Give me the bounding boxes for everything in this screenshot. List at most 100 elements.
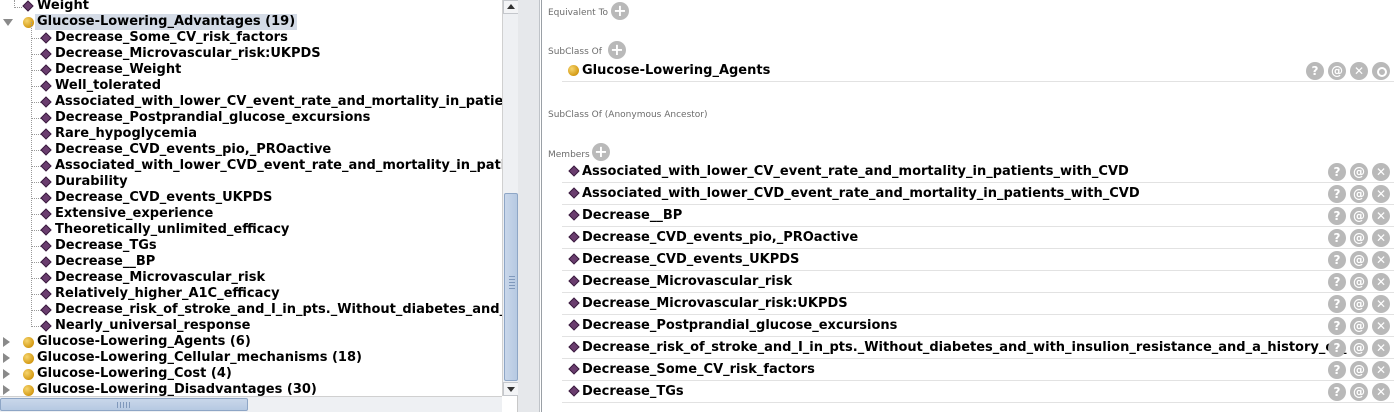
horizontal-scroll-thumb[interactable] [0,398,248,411]
help-button[interactable]: ? [1328,273,1346,291]
tree-node-child[interactable]: Decrease_Some_CV_risk_factors [0,30,502,46]
help-button[interactable]: ? [1328,361,1346,379]
tree-node-sibling[interactable]: Glucose-Lowering_Disadvantages (30) [0,382,502,396]
delete-button[interactable]: ✕ [1372,383,1390,401]
tree-node-child[interactable]: Associated_with_lower_CV_event_rate_and_… [0,94,502,110]
tree-node-child[interactable]: Extensive_experience [0,206,502,222]
tree-node-label: Decrease_Microvascular_risk:UKPDS [55,46,321,61]
tree-node-child[interactable]: Decrease_Postprandial_glucose_excursions [0,110,502,126]
tree-node-child[interactable]: Decrease_Microvascular_risk:UKPDS [0,46,502,62]
members-label: Members [548,150,590,160]
tree-node-child[interactable]: Decrease_Microvascular_risk [0,270,502,286]
member-row[interactable]: Decrease_Postprandial_glucose_excursions… [562,315,1394,337]
individual-diamond-icon [22,0,34,12]
member-row[interactable]: Decrease_CVD_events_pio,_PROactive? @ ✕ [562,227,1394,249]
tree-node-child[interactable]: Theoretically_unlimited_efficacy [0,222,502,238]
member-row[interactable]: Associated_with_lower_CVD_event_rate_and… [562,183,1394,205]
tree-node-child[interactable]: Decrease_CVD_events_UKPDS [0,190,502,206]
annotate-button[interactable]: @ [1350,317,1368,335]
member-row[interactable]: Decrease_Microvascular_risk:UKPDS? @ ✕ [562,293,1394,315]
individual-diamond-icon [40,288,52,300]
tree-node-child[interactable]: Decrease_TGs [0,238,502,254]
delete-button[interactable]: ✕ [1372,229,1390,247]
help-button[interactable]: ? [1328,295,1346,313]
annotate-button[interactable]: @ [1350,163,1368,181]
member-row[interactable]: Decrease_Microvascular_risk? @ ✕ [562,271,1394,293]
annotate-button[interactable]: @ [1350,383,1368,401]
tree-node-sibling[interactable]: Glucose-Lowering_Cost (4) [0,366,502,382]
tree-node-sibling[interactable]: Glucose-Lowering_Cellular_mechanisms (18… [0,350,502,366]
tree-node-child[interactable]: Decrease_CVD_events_pio,_PROactive [0,142,502,158]
delete-button[interactable]: ✕ [1372,163,1390,181]
annotate-button[interactable]: @ [1350,229,1368,247]
tree-vertical-scrollbar[interactable] [502,0,519,396]
tree-node-label: Decrease_CVD_events_pio,_PROactive [55,142,332,157]
help-button[interactable]: ? [1306,62,1324,80]
help-button[interactable]: ? [1328,317,1346,335]
delete-button[interactable]: ✕ [1372,273,1390,291]
subclass-of-row[interactable]: Glucose-Lowering_Agents ? @ ✕ [562,60,1394,82]
delete-button[interactable]: ✕ [1372,207,1390,225]
help-button[interactable]: ? [1328,163,1346,181]
expand-arrow-icon[interactable] [3,19,13,26]
tree-node-selected[interactable]: Glucose-Lowering_Advantages (19) [0,14,502,30]
collapse-arrow-icon[interactable] [3,369,10,379]
help-button[interactable]: ? [1328,383,1346,401]
annotate-button[interactable]: @ [1350,295,1368,313]
tree-node-label: Decrease_Postprandial_glucose_excursions [55,110,371,125]
member-row[interactable]: Decrease_risk_of_stroke_and_I_in_pts._Wi… [562,337,1394,359]
member-row[interactable]: Decrease_CVD_events_UKPDS? @ ✕ [562,249,1394,271]
tree-node-label: Relatively_higher_A1C_efficacy [55,286,280,301]
delete-button[interactable]: ✕ [1372,185,1390,203]
help-button[interactable]: ? [1328,207,1346,225]
tree-node-child[interactable]: Decrease_risk_of_stroke_and_I_in_pts._Wi… [0,302,502,318]
delete-button[interactable]: ✕ [1372,251,1390,269]
scroll-down-button[interactable] [503,382,519,396]
annotate-button[interactable]: @ [1328,62,1346,80]
member-row[interactable]: Decrease_TGs? @ ✕ [562,381,1394,403]
individual-diamond-icon [40,32,52,44]
edit-icon[interactable] [1372,62,1390,80]
add-equivalent-button[interactable]: + [611,2,629,20]
collapse-arrow-icon[interactable] [3,337,10,347]
annotate-button[interactable]: @ [1350,339,1368,357]
member-row[interactable]: Decrease_Some_CV_risk_factors? @ ✕ [562,359,1394,381]
tree-node-child[interactable]: Decrease__BP [0,254,502,270]
tree-node-child[interactable]: Rare_hypoglycemia [0,126,502,142]
help-button[interactable]: ? [1328,229,1346,247]
tree-node-child[interactable]: Relatively_higher_A1C_efficacy [0,286,502,302]
help-button[interactable]: ? [1328,185,1346,203]
delete-button[interactable]: ✕ [1372,295,1390,313]
tree-node-child[interactable]: Associated_with_lower_CVD_event_rate_and… [0,158,502,174]
panel-splitter[interactable] [518,0,540,412]
class-ball-icon [23,17,34,28]
delete-button[interactable]: ✕ [1372,339,1390,357]
tree-node-child[interactable]: Decrease_Weight [0,62,502,78]
member-row[interactable]: Decrease__BP? @ ✕ [562,205,1394,227]
vertical-scroll-thumb[interactable] [504,193,518,381]
collapse-arrow-icon[interactable] [3,385,10,395]
delete-button[interactable]: ✕ [1350,62,1368,80]
annotate-button[interactable]: @ [1350,251,1368,269]
help-button[interactable]: ? [1328,339,1346,357]
scroll-up-button[interactable] [503,0,519,14]
annotate-button[interactable]: @ [1350,185,1368,203]
collapse-arrow-icon[interactable] [3,353,10,363]
add-member-button[interactable]: + [592,143,610,161]
annotate-button[interactable]: @ [1350,207,1368,225]
tree-node-label: Durability [55,174,128,189]
grip-icon [126,402,127,408]
tree-node-child[interactable]: Well_tolerated [0,78,502,94]
annotate-button[interactable]: @ [1350,273,1368,291]
member-row[interactable]: Associated_with_lower_CV_event_rate_and_… [562,161,1394,183]
tree-node-sibling[interactable]: Glucose-Lowering_Agents (6) [0,334,502,350]
annotate-button[interactable]: @ [1350,361,1368,379]
tree-node-child[interactable]: Nearly_universal_response [0,318,502,334]
tree-horizontal-scrollbar[interactable] [0,396,502,412]
tree-node-child[interactable]: Durability [0,174,502,190]
delete-button[interactable]: ✕ [1372,361,1390,379]
tree-node-weight[interactable]: Weight [0,0,502,14]
help-button[interactable]: ? [1328,251,1346,269]
add-superclass-button[interactable]: + [608,41,626,59]
delete-button[interactable]: ✕ [1372,317,1390,335]
